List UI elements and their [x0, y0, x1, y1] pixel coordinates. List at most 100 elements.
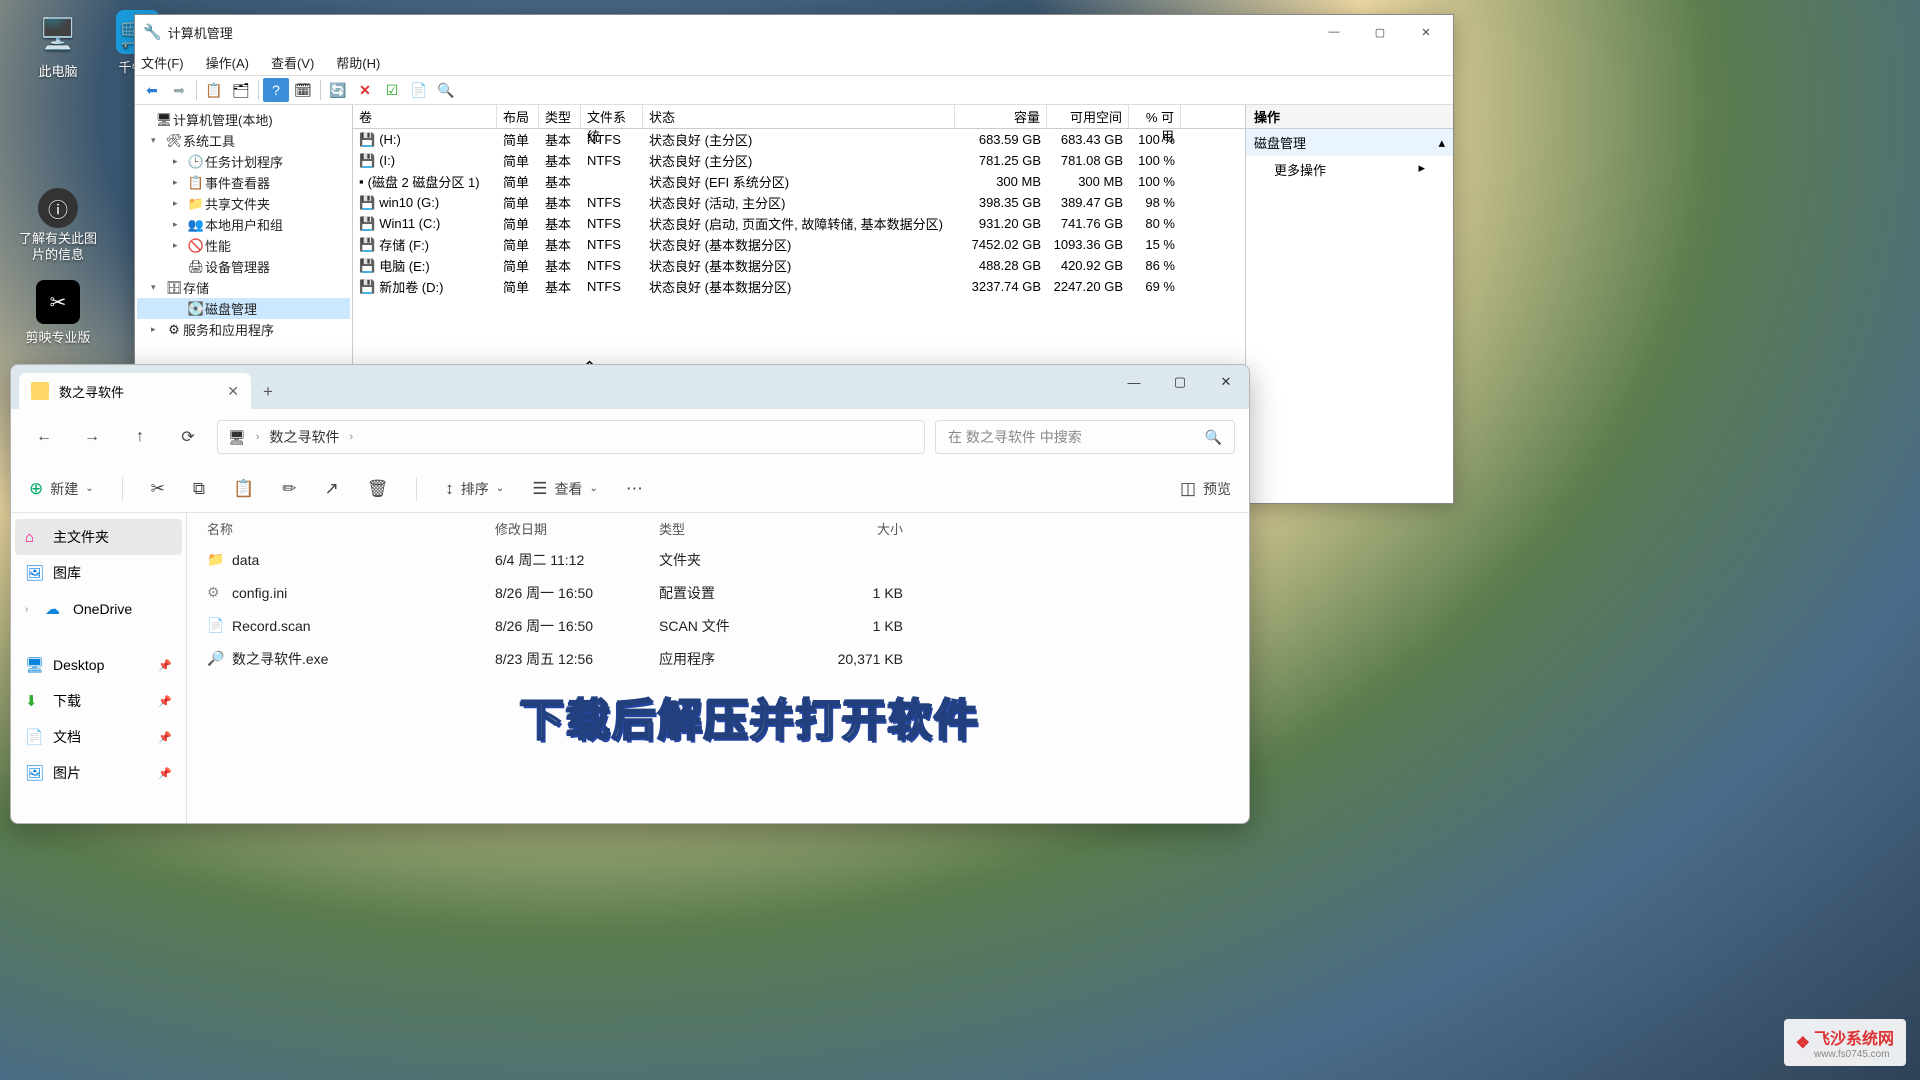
nav-desktop[interactable]: 🖥Desktop📌 [15, 647, 182, 683]
file-row[interactable]: 📄Record.scan 8/26 周一 16:50SCAN 文件1 KB [187, 609, 1249, 642]
file-row[interactable]: 🔎数之寻软件.exe 8/23 周五 12:56应用程序20,371 KB [187, 642, 1249, 675]
search-input[interactable]: 在 数之寻软件 中搜索 🔍 [935, 420, 1235, 454]
breadcrumb-segment[interactable]: 数之寻软件 [269, 427, 339, 447]
menu-file[interactable]: 文件(F) [141, 53, 184, 72]
breadcrumb[interactable]: 🖥 › 数之寻软件 › [217, 420, 925, 454]
sort-icon: ↕ [445, 479, 454, 499]
volume-columns: 卷 布局 类型 文件系统 状态 容量 可用空间 % 可用 [353, 105, 1245, 129]
nav-home[interactable]: ⌂主文件夹 [15, 519, 182, 555]
forward-button[interactable]: → [73, 419, 111, 455]
col-date[interactable]: 修改日期 [495, 519, 659, 538]
app-icon: 🔧 [143, 23, 162, 41]
rename-button[interactable]: ✏ [282, 479, 296, 499]
nav-gallery[interactable]: 🖼图库 [15, 555, 182, 591]
maximize-button[interactable]: ▢ [1357, 17, 1403, 47]
menu-view[interactable]: 查看(V) [271, 53, 314, 72]
paste-button[interactable]: 📋 [233, 479, 254, 499]
up-button[interactable]: ↑ [121, 419, 159, 455]
col-size[interactable]: 大小 [793, 519, 903, 538]
col-free[interactable]: 可用空间 [1047, 105, 1129, 128]
tree-system-tools[interactable]: ▾🛠系统工具 [137, 130, 350, 151]
volume-row[interactable]: 💾(I:) 简单基本 NTFS状态良好 (主分区) 781.25 GB781.0… [353, 150, 1245, 171]
file-row[interactable]: ⚙config.ini 8/26 周一 16:50配置设置1 KB [187, 576, 1249, 609]
nav-onedrive[interactable]: ›☁OneDrive [15, 591, 182, 627]
more-button[interactable]: ⋯ [626, 479, 643, 499]
col-name[interactable]: 名称 [207, 519, 495, 538]
sort-button[interactable]: ↕排序⌄ [445, 479, 504, 499]
delete-button[interactable]: 🗑 [367, 479, 389, 499]
tree-root[interactable]: 🖥计算机管理(本地) [137, 109, 350, 130]
col-capacity[interactable]: 容量 [955, 105, 1047, 128]
volume-row[interactable]: 💾win10 (G:) 简单基本 NTFS状态良好 (活动, 主分区) 398.… [353, 192, 1245, 213]
forward-button[interactable]: ➡ [166, 78, 192, 102]
share-button[interactable]: ↗ [324, 479, 338, 499]
show-hide-tree-button[interactable]: 📋 [201, 78, 227, 102]
check-button[interactable]: ☑ [379, 78, 405, 102]
refresh-button[interactable]: ⟳ [169, 419, 207, 455]
tree-local-users[interactable]: ▸👥本地用户和组 [137, 214, 350, 235]
delete-button[interactable]: ✕ [352, 78, 378, 102]
tree-performance[interactable]: ▸🚫性能 [137, 235, 350, 256]
col-percent[interactable]: % 可用 [1129, 105, 1181, 128]
tree-event-viewer[interactable]: ▸📋事件查看器 [137, 172, 350, 193]
search-icon: 🔍 [1205, 429, 1222, 446]
volume-row[interactable]: 💾电脑 (E:) 简单基本 NTFS状态良好 (基本数据分区) 488.28 G… [353, 255, 1245, 276]
tree-disk-management[interactable]: 💽磁盘管理 [137, 298, 350, 319]
volume-row[interactable]: 💾(H:) 简单基本 NTFS状态良好 (主分区) 683.59 GB683.4… [353, 129, 1245, 150]
view-button[interactable]: ☰查看⌄ [532, 479, 598, 499]
maximize-button[interactable]: ▢ [1157, 365, 1203, 399]
back-button[interactable]: ⬅ [139, 78, 165, 102]
col-type[interactable]: 类型 [659, 519, 793, 538]
tree-device-manager[interactable]: 🖨设备管理器 [137, 256, 350, 277]
tree-storage[interactable]: ▾🗄存储 [137, 277, 350, 298]
close-button[interactable]: ✕ [1403, 17, 1449, 47]
col-layout[interactable]: 布局 [497, 105, 539, 128]
menu-help[interactable]: 帮助(H) [336, 53, 380, 72]
preview-button[interactable]: ◫预览 [1180, 479, 1231, 499]
new-tab-button[interactable]: + [251, 375, 285, 409]
desktop-icon-this-pc[interactable]: 🖥️ 此电脑 [18, 10, 98, 80]
calendar-button[interactable]: 🗓 [290, 78, 316, 102]
col-status[interactable]: 状态 [643, 105, 955, 128]
actions-pane: 操作 磁盘管理▴ 更多操作▸ [1245, 105, 1453, 503]
tree-services[interactable]: ▸⚙服务和应用程序 [137, 319, 350, 340]
copy-icon: ⧉ [193, 479, 205, 499]
tab-close-button[interactable]: ✕ [227, 383, 239, 400]
nav-pictures[interactable]: 🖼图片📌 [15, 755, 182, 791]
back-button[interactable]: ← [25, 419, 63, 455]
info-circle-icon: ⓘ [38, 188, 78, 228]
help-button[interactable]: ? [263, 78, 289, 102]
desktop-icon-image-info[interactable]: ⓘ 了解有关此图 片的信息 [18, 188, 98, 262]
volume-row[interactable]: 💾存储 (F:) 简单基本 NTFS状态良好 (基本数据分区) 7452.02 … [353, 234, 1245, 255]
menu-action[interactable]: 操作(A) [206, 53, 249, 72]
volume-row[interactable]: 💾Win11 (C:) 简单基本 NTFS状态良好 (启动, 页面文件, 故障转… [353, 213, 1245, 234]
new-button[interactable]: ⊕新建⌄ [29, 479, 94, 499]
tree-shared-folders[interactable]: ▸📁共享文件夹 [137, 193, 350, 214]
col-type[interactable]: 类型 [539, 105, 581, 128]
refresh-button[interactable]: 🔄 [325, 78, 351, 102]
rename-icon: ✏ [282, 479, 296, 499]
file-row[interactable]: 📁data 6/4 周二 11:12文件夹 [187, 543, 1249, 576]
col-volume[interactable]: 卷 [353, 105, 497, 128]
picture-icon: 🖼 [25, 764, 43, 782]
copy-button[interactable]: ⧉ [193, 479, 205, 499]
volume-row[interactable]: ▪(磁盘 2 磁盘分区 1) 简单基本 状态良好 (EFI 系统分区) 300 … [353, 171, 1245, 192]
cut-button[interactable]: ✂ [151, 479, 165, 499]
actions-more[interactable]: 更多操作▸ [1246, 156, 1453, 183]
volume-row[interactable]: 💾新加卷 (D:) 简单基本 NTFS状态良好 (基本数据分区) 3237.74… [353, 276, 1245, 297]
nav-documents[interactable]: 📄文档📌 [15, 719, 182, 755]
share-icon: ↗ [324, 479, 338, 499]
minimize-button[interactable]: — [1111, 365, 1157, 399]
tab-active[interactable]: 数之寻软件 ✕ [19, 373, 251, 409]
titlebar[interactable]: 🔧 计算机管理 — ▢ ✕ [135, 15, 1453, 49]
new-button[interactable]: 📄 [406, 78, 432, 102]
properties-button[interactable]: 🗂 [228, 78, 254, 102]
minimize-button[interactable]: — [1311, 17, 1357, 47]
actions-section[interactable]: 磁盘管理▴ [1246, 129, 1453, 156]
filter-button[interactable]: 🔍 [433, 78, 459, 102]
col-filesystem[interactable]: 文件系统 [581, 105, 643, 128]
nav-downloads[interactable]: ⬇下载📌 [15, 683, 182, 719]
desktop-icon-jianying[interactable]: ✂ 剪映专业版 [18, 280, 98, 346]
tree-task-scheduler[interactable]: ▸🕒任务计划程序 [137, 151, 350, 172]
close-button[interactable]: ✕ [1203, 365, 1249, 399]
